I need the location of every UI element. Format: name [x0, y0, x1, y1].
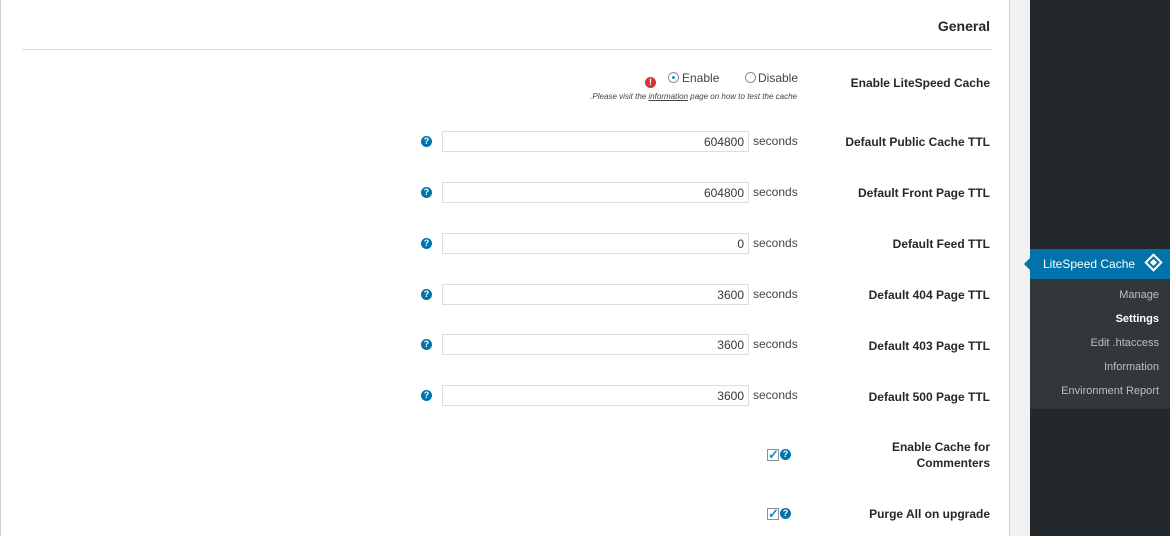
- section-title: General: [937, 18, 990, 34]
- public-ttl-label: Default Public Cache TTL: [845, 135, 990, 149]
- 404-ttl-label: Default 404 Page TTL: [868, 288, 990, 302]
- litespeed-submenu: Manage Settings Edit .htaccess Informati…: [1030, 279, 1170, 409]
- seconds-unit: seconds: [753, 388, 798, 402]
- menu-title: LiteSpeed Cache: [1043, 257, 1136, 271]
- submenu-environment-report[interactable]: Environment Report: [1061, 385, 1159, 397]
- submenu-manage[interactable]: Manage: [1119, 289, 1159, 301]
- purge-upgrade-checkbox[interactable]: [767, 506, 779, 522]
- seconds-unit: seconds: [753, 236, 798, 250]
- section-divider: [22, 49, 992, 50]
- test-cache-note: .Please visit the information page on ho…: [590, 92, 797, 101]
- enable-radio[interactable]: [668, 72, 679, 83]
- note-prefix: .Please visit the: [590, 92, 649, 101]
- disable-radio[interactable]: [745, 72, 756, 83]
- submenu-edit-htaccess[interactable]: Edit .htaccess: [1091, 337, 1159, 349]
- note-suffix: page on how to test the cache: [688, 92, 797, 101]
- information-link[interactable]: information: [648, 92, 688, 101]
- help-icon[interactable]: ?: [421, 289, 432, 300]
- submenu-information[interactable]: Information: [1104, 361, 1159, 373]
- help-icon[interactable]: ?: [421, 136, 432, 147]
- litespeed-cache-menu[interactable]: LiteSpeed Cache: [1024, 249, 1170, 279]
- commenters-label-line1: Enable Cache for: [891, 440, 990, 454]
- commenters-label-line2: Commenters: [916, 456, 990, 470]
- settings-panel: General Enable LiteSpeed Cache ! Enable …: [0, 0, 1010, 536]
- front-page-ttl-label: Default Front Page TTL: [858, 186, 990, 200]
- 403-ttl-input[interactable]: [442, 334, 749, 355]
- feed-ttl-input[interactable]: [442, 233, 749, 254]
- warning-icon: !: [645, 77, 656, 88]
- 500-ttl-label: Default 500 Page TTL: [868, 390, 990, 404]
- front-page-ttl-input[interactable]: [442, 182, 749, 203]
- help-icon[interactable]: ?: [780, 508, 791, 519]
- seconds-unit: seconds: [753, 337, 798, 351]
- help-icon[interactable]: ?: [421, 339, 432, 350]
- enable-cache-label: Enable LiteSpeed Cache: [850, 76, 990, 90]
- public-ttl-input[interactable]: [442, 131, 749, 152]
- submenu-settings[interactable]: Settings: [1116, 313, 1159, 325]
- seconds-unit: seconds: [753, 134, 798, 148]
- admin-sidebar: LiteSpeed Cache Manage Settings Edit .ht…: [1024, 0, 1170, 536]
- enable-radio-label[interactable]: Enable: [682, 71, 719, 85]
- help-icon[interactable]: ?: [780, 449, 791, 460]
- litespeed-diamond-icon: [1144, 253, 1163, 272]
- help-icon[interactable]: ?: [421, 390, 432, 401]
- 403-ttl-label: Default 403 Page TTL: [868, 339, 990, 353]
- help-icon[interactable]: ?: [421, 187, 432, 198]
- seconds-unit: seconds: [753, 185, 798, 199]
- commenters-cache-label: Enable Cache for Commenters: [800, 439, 990, 471]
- 500-ttl-input[interactable]: [442, 385, 749, 406]
- commenters-cache-checkbox[interactable]: [767, 447, 779, 463]
- seconds-unit: seconds: [753, 287, 798, 301]
- purge-upgrade-label: Purge All on upgrade: [869, 507, 990, 521]
- disable-radio-label[interactable]: Disable: [758, 71, 798, 85]
- 404-ttl-input[interactable]: [442, 284, 749, 305]
- feed-ttl-label: Default Feed TTL: [892, 237, 990, 251]
- help-icon[interactable]: ?: [421, 238, 432, 249]
